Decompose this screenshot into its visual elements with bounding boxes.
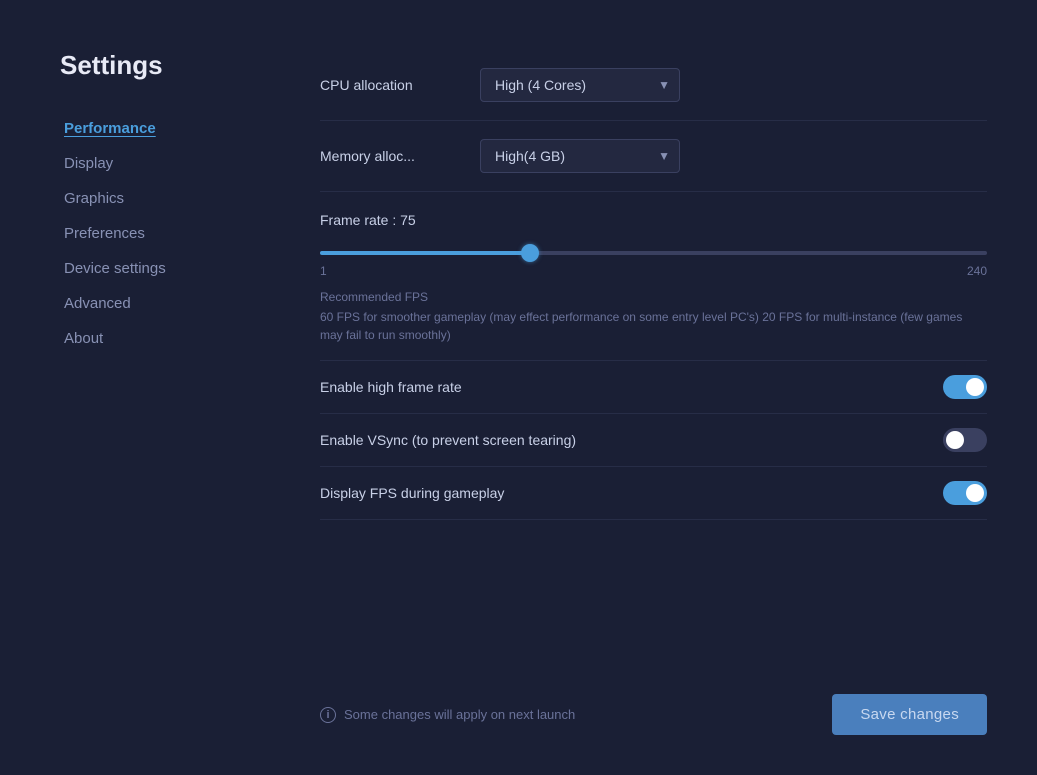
frame-rate-label: Frame rate : 75 xyxy=(320,212,987,228)
high-frame-rate-slider-track xyxy=(943,375,987,399)
info-icon: i xyxy=(320,707,336,723)
vsync-label: Enable VSync (to prevent screen tearing) xyxy=(320,432,576,448)
memory-allocation-label: Memory alloc... xyxy=(320,148,480,164)
sidebar-item-performance[interactable]: Performance xyxy=(60,111,260,146)
recommended-fps-section: Recommended FPS 60 FPS for smoother game… xyxy=(320,278,987,344)
high-frame-rate-row: Enable high frame rate xyxy=(320,361,987,414)
recommended-fps-text: 60 FPS for smoother gameplay (may effect… xyxy=(320,308,987,344)
memory-allocation-select-wrapper: Low(1 GB) Medium(2 GB) High(4 GB) Ultra(… xyxy=(480,139,680,173)
vsync-knob xyxy=(946,431,964,449)
slider-min-label: 1 xyxy=(320,264,327,278)
memory-allocation-row: Memory alloc... Low(1 GB) Medium(2 GB) H… xyxy=(320,121,987,192)
sidebar: Settings Performance Display Graphics Pr… xyxy=(60,40,260,745)
recommended-fps-title: Recommended FPS xyxy=(320,290,987,304)
frame-rate-slider[interactable] xyxy=(320,251,987,255)
high-frame-rate-toggle[interactable] xyxy=(943,375,987,399)
footer-note: i Some changes will apply on next launch xyxy=(320,707,575,723)
slider-range-labels: 1 240 xyxy=(320,264,987,278)
memory-allocation-select[interactable]: Low(1 GB) Medium(2 GB) High(4 GB) Ultra(… xyxy=(480,139,680,173)
footer: i Some changes will apply on next launch… xyxy=(320,674,987,745)
sidebar-item-graphics[interactable]: Graphics xyxy=(60,181,260,216)
cpu-allocation-row: CPU allocation Low (1 Core) Medium (2 Co… xyxy=(320,50,987,121)
sidebar-item-display[interactable]: Display xyxy=(60,146,260,181)
slider-max-label: 240 xyxy=(967,264,987,278)
page-title: Settings xyxy=(60,50,260,81)
footer-note-text: Some changes will apply on next launch xyxy=(344,707,575,722)
save-changes-button[interactable]: Save changes xyxy=(832,694,987,735)
display-fps-slider-track xyxy=(943,481,987,505)
sidebar-nav: Performance Display Graphics Preferences… xyxy=(60,111,260,356)
main-content: CPU allocation Low (1 Core) Medium (2 Co… xyxy=(260,40,1007,745)
cpu-allocation-select[interactable]: Low (1 Core) Medium (2 Cores) High (4 Co… xyxy=(480,68,680,102)
high-frame-rate-label: Enable high frame rate xyxy=(320,379,462,395)
display-fps-label: Display FPS during gameplay xyxy=(320,485,504,501)
vsync-slider-track xyxy=(943,428,987,452)
cpu-allocation-label: CPU allocation xyxy=(320,77,480,93)
high-frame-rate-knob xyxy=(966,378,984,396)
vsync-toggle[interactable] xyxy=(943,428,987,452)
sidebar-item-preferences[interactable]: Preferences xyxy=(60,216,260,251)
display-fps-toggle[interactable] xyxy=(943,481,987,505)
content-area: CPU allocation Low (1 Core) Medium (2 Co… xyxy=(320,50,987,674)
cpu-allocation-select-wrapper: Low (1 Core) Medium (2 Cores) High (4 Co… xyxy=(480,68,680,102)
slider-track xyxy=(320,242,987,260)
sidebar-item-device-settings[interactable]: Device settings xyxy=(60,251,260,286)
frame-rate-section: Frame rate : 75 1 240 Recommended FPS 60… xyxy=(320,192,987,361)
sidebar-item-about[interactable]: About xyxy=(60,321,260,356)
display-fps-row: Display FPS during gameplay xyxy=(320,467,987,520)
display-fps-knob xyxy=(966,484,984,502)
sidebar-item-advanced[interactable]: Advanced xyxy=(60,286,260,321)
vsync-row: Enable VSync (to prevent screen tearing) xyxy=(320,414,987,467)
